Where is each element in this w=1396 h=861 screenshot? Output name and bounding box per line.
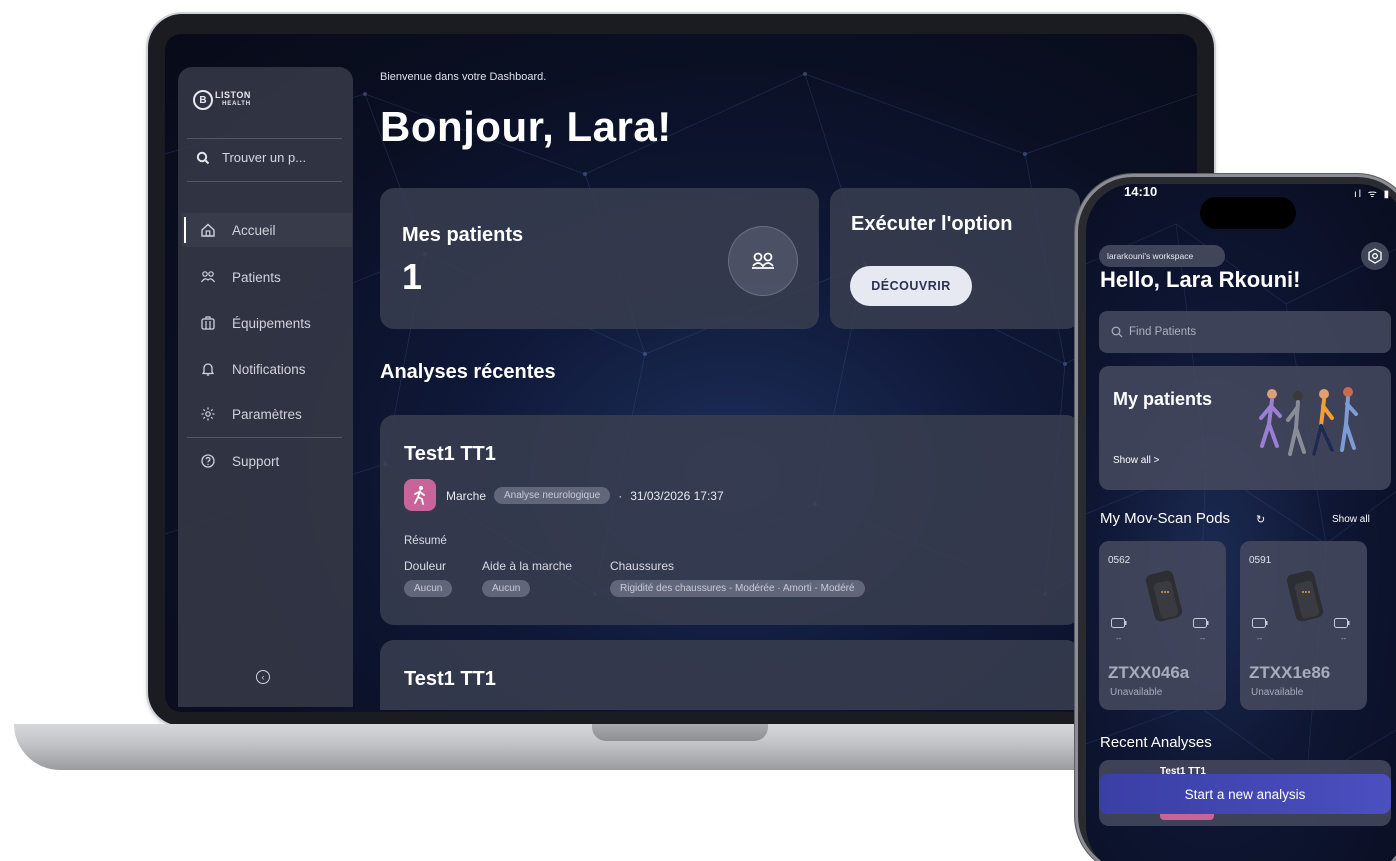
battery-icon (1334, 618, 1350, 628)
option-card-title: Exécuter l'option (851, 213, 1013, 235)
sidebar-item-support[interactable]: Support (182, 444, 352, 478)
sidebar-item-label: Notifications (232, 361, 306, 377)
collapse-sidebar-button[interactable]: ‹ (256, 670, 270, 684)
search-icon (1111, 326, 1123, 338)
pod-id: 0562 (1108, 555, 1131, 566)
field-label-aide: Aide à la marche (482, 559, 573, 573)
workspace-switcher[interactable]: lararkouni's workspace (1099, 245, 1225, 267)
sidebar-divider (187, 181, 342, 182)
analysis-title: Test1 TT1 (404, 443, 496, 465)
pod-right-value: -- (1341, 634, 1347, 643)
patients-icon (201, 271, 215, 283)
sidebar-item-label: Support (232, 453, 280, 469)
pod-device-image (1286, 570, 1324, 622)
bell-icon (201, 363, 215, 376)
battery-icon (1193, 618, 1209, 628)
show-all-patients-link[interactable]: Show all > (1113, 455, 1159, 466)
welcome-text: Bienvenue dans votre Dashboard. (380, 71, 547, 83)
sidebar-divider (187, 437, 342, 438)
recent-analyses-title: Analyses récentes (380, 361, 556, 383)
sidebar-search-placeholder: Trouver un p... (222, 150, 307, 165)
dynamic-island (1200, 197, 1296, 229)
status-icons: ıl ᯤ ▮ (1354, 189, 1392, 200)
walking-people-illustration (1259, 387, 1358, 456)
sidebar-divider (187, 138, 342, 139)
sidebar-item-patients[interactable]: Patients (182, 260, 352, 294)
search-placeholder: Find Patients (1129, 326, 1197, 338)
sidebar-item-notifications[interactable]: Notifications (182, 352, 352, 386)
field-label-chaussures: Chaussures (610, 559, 675, 573)
summary-label: Résumé (404, 535, 447, 547)
pod-name: ZTXX1e86 (1249, 663, 1331, 682)
pods-section-title: My Mov-Scan Pods (1100, 510, 1231, 527)
analysis-title: Test1 TT1 (404, 668, 496, 690)
sidebar-item-equipements[interactable]: Équipements (182, 306, 352, 340)
users-icon (752, 252, 774, 269)
analysis-type: Marche (446, 488, 487, 503)
equipment-icon (201, 316, 215, 330)
refresh-icon[interactable]: ↻ (1256, 513, 1265, 526)
field-value-aide: Aucun (482, 580, 531, 597)
logo-sub: HEALTH (222, 101, 251, 107)
settings-button[interactable] (1361, 242, 1389, 270)
phone-greeting: Hello, Lara Rkouni! (1100, 267, 1301, 292)
pods-show-all-link[interactable]: Show all (1332, 514, 1370, 525)
patients-card-title: Mes patients (402, 224, 524, 246)
logo-mark: B (193, 90, 213, 110)
sidebar-item-label: Patients (232, 269, 281, 285)
sidebar-search[interactable]: Trouver un p... (196, 150, 306, 165)
pod-status: Unavailable (1110, 687, 1163, 698)
sidebar-item-parametres[interactable]: Paramètres (182, 397, 352, 431)
pod-id: 0591 (1249, 555, 1272, 566)
pod-device-image (1145, 570, 1183, 622)
marketing-mockup: B LISTON HEALTH Trouver un p... Accueil … (0, 0, 1396, 861)
analysis-tag: Analyse neurologique (494, 487, 611, 504)
start-new-analysis-button[interactable]: Start a new analysis (1099, 774, 1391, 814)
page-title: Bonjour, Lara! (380, 103, 672, 150)
battery-icon (1111, 618, 1127, 628)
analysis-date: 31/03/2026 17:37 (630, 488, 724, 503)
sidebar-item-label: Accueil (232, 222, 276, 238)
meta-separator: · (618, 488, 623, 503)
walking-icon (404, 479, 436, 511)
gear-icon (1368, 248, 1382, 264)
analysis-meta: Marche Analyse neurologique · 31/03/2026… (446, 487, 724, 504)
field-label-douleur: Douleur (404, 559, 447, 573)
patients-count: 1 (402, 256, 423, 297)
option-card (830, 188, 1080, 329)
pod-left-value: -- (1257, 634, 1263, 643)
sidebar-item-label: Paramètres (232, 406, 302, 422)
pod-name: ZTXX046a (1108, 663, 1190, 682)
field-value-douleur: Aucun (404, 580, 453, 597)
laptop-base (14, 724, 1156, 770)
field-value-chaussures: Rigidité des chaussures - Modérée · Amor… (610, 580, 865, 597)
status-time: 14:10 (1124, 184, 1158, 199)
battery-icon (1252, 618, 1268, 628)
laptop-notch (592, 724, 768, 741)
pod-status: Unavailable (1251, 687, 1304, 698)
sidebar-item-label: Équipements (232, 315, 311, 331)
brand-logo: B LISTON HEALTH (193, 90, 251, 110)
pod-left-value: -- (1116, 634, 1122, 643)
help-icon (201, 454, 215, 468)
logo-text: LISTON HEALTH (215, 91, 251, 109)
sidebar-item-accueil[interactable]: Accueil (182, 213, 352, 247)
settings-icon (201, 407, 215, 421)
patients-card-icon (728, 226, 798, 296)
search-input[interactable]: Find Patients (1099, 311, 1391, 353)
logo-name: LISTON (215, 90, 251, 100)
search-icon (196, 151, 210, 164)
my-patients-title: My patients (1113, 389, 1213, 409)
pod-right-value: -- (1200, 634, 1206, 643)
home-icon (201, 223, 215, 237)
recent-analyses-title: Recent Analyses (1100, 734, 1212, 751)
decouvrir-button[interactable]: DÉCOUVRIR (850, 266, 972, 306)
